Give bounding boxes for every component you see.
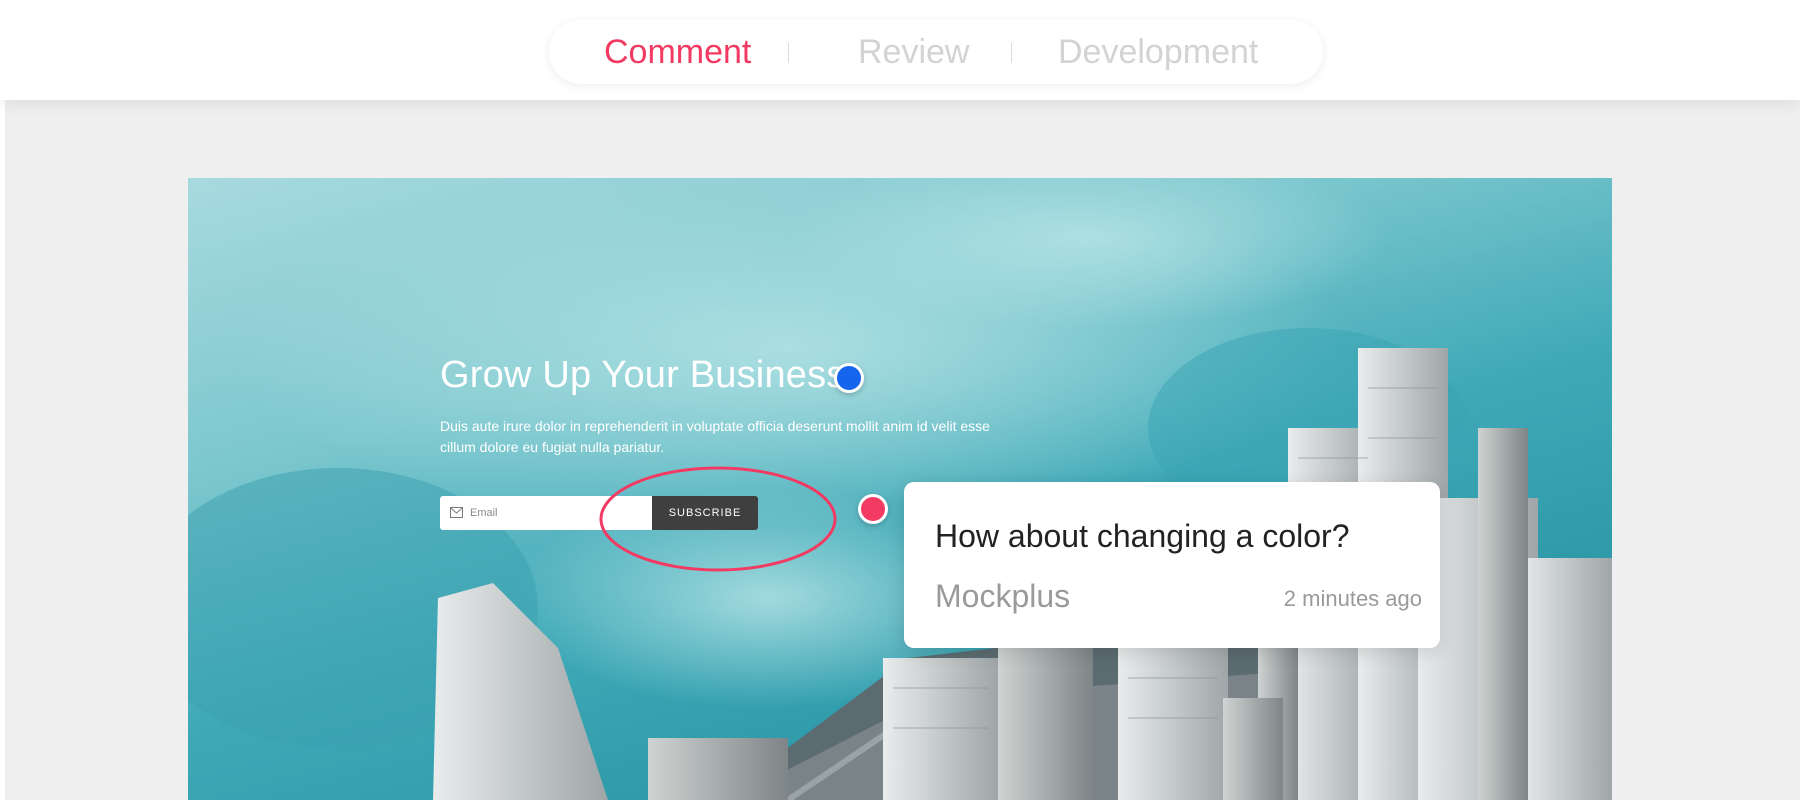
tab-review[interactable]: Review [858, 20, 969, 84]
left-gutter [0, 100, 5, 800]
comment-marker-red[interactable] [858, 494, 888, 524]
mode-tabs: Comment Review Development [549, 20, 1323, 84]
tab-divider [1011, 43, 1012, 63]
comment-card[interactable]: How about changing a color? Mockplus 2 m… [904, 482, 1440, 648]
top-bar: Comment Review Development [0, 0, 1800, 100]
comment-timestamp: 2 minutes ago [1283, 586, 1422, 611]
design-canvas[interactable]: Grow Up Your Business Duis aute irure do… [188, 178, 1612, 800]
tab-development[interactable]: Development [1058, 20, 1258, 84]
hero-title: Grow Up Your Business [440, 354, 846, 396]
tab-comment[interactable]: Comment [604, 20, 751, 84]
mail-icon [450, 507, 463, 518]
tab-divider [788, 43, 789, 63]
hero-description: Duis aute irure dolor in reprehenderit i… [440, 418, 990, 455]
annotation-ellipse[interactable] [598, 464, 838, 574]
comment-author: Mockplus [935, 578, 1071, 614]
comment-text: How about changing a color? [935, 518, 1350, 554]
comment-marker-blue[interactable] [834, 363, 864, 393]
